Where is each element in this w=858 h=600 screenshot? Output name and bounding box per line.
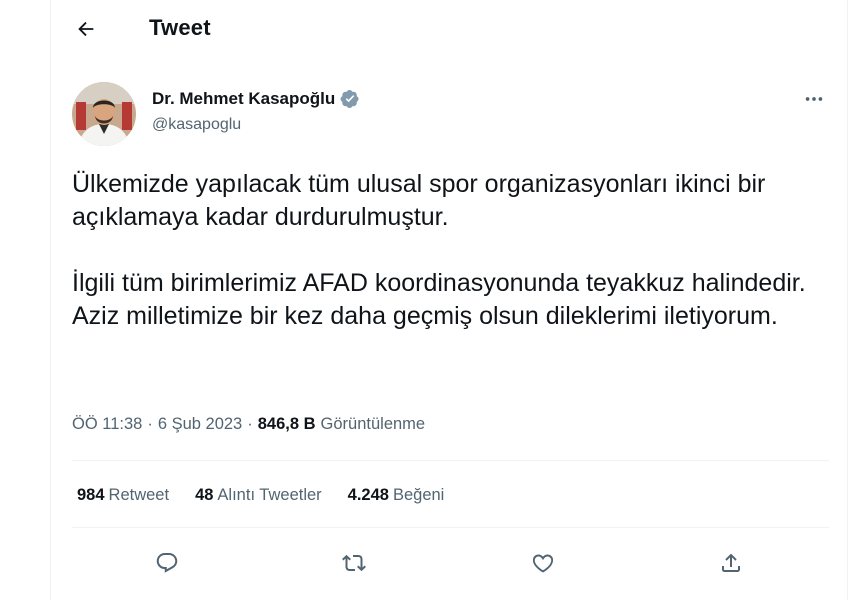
arrow-left-icon <box>78 21 94 37</box>
retweets-label: Retweet <box>108 486 170 504</box>
likes-stat[interactable]: 4.248 Beğeni <box>348 486 445 505</box>
reply-button[interactable] <box>147 543 187 583</box>
tweet-date[interactable]: 6 Şub 2023 <box>158 415 242 434</box>
divider <box>72 527 829 528</box>
author-display-name[interactable]: Dr. Mehmet Kasapoğlu <box>152 89 335 109</box>
divider <box>72 460 829 461</box>
meta-separator: · <box>147 415 153 433</box>
views-label: Görüntülenme <box>320 415 426 433</box>
share-button[interactable] <box>711 543 751 583</box>
share-icon <box>722 553 740 572</box>
quotes-stat[interactable]: 48 Alıntı Tweetler <box>195 486 322 505</box>
heart-icon <box>532 554 554 573</box>
author-handle[interactable]: @kasapoglu <box>152 116 241 134</box>
avatar[interactable] <box>72 82 136 146</box>
more-dots-icon <box>805 97 823 101</box>
quotes-count: 48 <box>195 486 214 504</box>
verified-badge-icon <box>340 90 359 108</box>
reply-icon <box>156 553 178 573</box>
likes-count: 4.248 <box>347 486 389 504</box>
header: Tweet <box>51 0 847 58</box>
tweet-meta: ÖÖ 11:38 · 6 Şub 2023 · 846,8 B Görüntül… <box>72 415 425 434</box>
retweets-stat[interactable]: 984 Retweet <box>77 486 169 505</box>
meta-separator: · <box>247 415 253 433</box>
page-title: Tweet <box>149 15 211 40</box>
author-name-line[interactable]: Dr. Mehmet Kasapoğlu <box>152 89 360 109</box>
back-button[interactable] <box>69 12 103 46</box>
engagement-stats: 984 Retweet 48 Alıntı Tweetler 4.248 Beğeni <box>77 486 444 505</box>
quotes-label: Alıntı Tweetler <box>217 486 322 504</box>
retweet-button[interactable] <box>334 543 374 583</box>
tweet-detail-column: Tweet Dr. Mehmet Kasapoğlu @kasapoglu Ül… <box>50 0 848 600</box>
tweet-time[interactable]: ÖÖ 11:38 <box>72 415 142 434</box>
retweets-count: 984 <box>77 486 105 504</box>
like-button[interactable] <box>523 543 563 583</box>
views-count: 846,8 B <box>257 415 316 433</box>
more-button[interactable] <box>803 88 825 110</box>
tweet-actions <box>51 543 847 583</box>
likes-label: Beğeni <box>392 486 445 504</box>
tweet-text: Ülkemizde yapılacak tüm ulusal spor orga… <box>72 170 806 330</box>
retweet-icon <box>342 554 366 572</box>
